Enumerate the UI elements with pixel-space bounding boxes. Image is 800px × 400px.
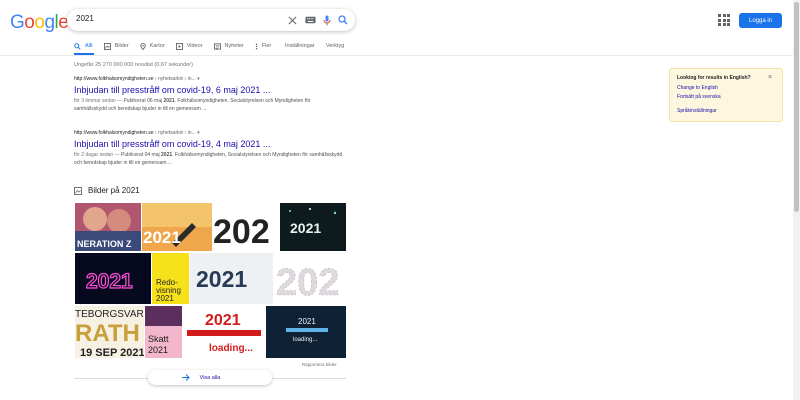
result-url[interactable]: http://www.folkhalsomyndigheten.se › nyh… [74,130,354,136]
apps-icon[interactable] [718,14,730,26]
language-notice: Looking for results in English? × Change… [669,68,783,122]
settings-link[interactable]: Inställningar [285,41,315,51]
report-images-link[interactable]: Rapportera bilder [302,362,337,367]
language-settings-link[interactable]: Språkinställningar [677,108,717,114]
result-title[interactable]: Inbjudan till presstråff om covid-19, 4 … [74,139,354,149]
tile-caption: 202 [276,262,339,304]
google-logo[interactable]: Google [10,12,69,34]
search-result: http://www.folkhalsomyndigheten.se › nyh… [74,130,354,167]
image-result[interactable]: 2021 [190,253,273,304]
scrollbar[interactable] [793,0,800,400]
tile-caption: 2021 [196,266,247,292]
tile-caption: 2021 [290,220,321,236]
logo-letter: o [24,12,35,33]
mic-icon[interactable] [319,12,335,28]
tab-fler[interactable]: Fler [255,41,271,51]
more-icon [255,43,260,50]
tab-bilder[interactable]: Bilder [103,41,129,51]
tile-caption: NERATION Z [77,239,132,249]
search-tabs: Allt Bilder Kartor Videor Nyheter Fler [74,41,282,55]
result-snippet: för 3 timmar sedan — Publicerat 06 maj 2… [74,98,311,112]
news-icon [213,42,223,50]
tab-label: Allt [85,43,93,49]
search-result: http://www.folkhalsomyndigheten.se › nyh… [74,76,354,113]
tab-label: Kartor [149,43,165,49]
tab-label: Fler [261,43,272,49]
change-to-english-link[interactable]: Change to English [677,85,718,91]
login-button[interactable]: Logga in [739,13,782,28]
arrow-right-icon [182,374,190,381]
search-icon[interactable] [335,12,351,28]
result-stats: Ungefär 25 270 000 000 resultat (0,67 se… [74,62,193,68]
image-result[interactable]: Redo-visning 2021 [152,253,189,304]
images-heading: Bilder på 2021 [74,186,140,195]
tab-label: Nyheter [224,43,244,49]
logo-letter: g [44,12,55,33]
tab-label: Videor [186,43,203,49]
tile-caption: 2021 [143,228,181,247]
show-all-images-button[interactable]: Visa alla [148,370,272,385]
search-box[interactable]: 2021 [67,9,355,31]
image-result[interactable]: 202 [213,203,279,251]
tab-nyheter[interactable]: Nyheter [213,41,244,51]
tools-link[interactable]: Verktyg [326,41,344,51]
result-snippet: för 2 dagar sedan — Publicerat 04 maj 20… [74,152,343,166]
search-input[interactable]: 2021 [76,14,94,23]
tile-caption: 202 [213,213,270,251]
tab-kartor[interactable]: Kartor [140,41,165,51]
image-result[interactable]: NERATION Z [75,203,141,251]
notice-title: Looking for results in English? [677,75,751,81]
tab-videor[interactable]: Videor [175,41,203,51]
logo-letter: G [10,12,25,33]
tile-caption: Skatt 2021 [148,334,169,355]
result-url[interactable]: http://www.folkhalsomyndigheten.se › nyh… [74,76,354,82]
tile-caption: 2021 [86,270,133,293]
search-icon [74,42,83,50]
logo-letter: o [34,12,45,33]
tile-caption: TEBORGSVAR RATH 19 SEP 2021 [75,309,144,358]
keyboard-icon[interactable] [302,12,318,28]
scrollbar-thumb[interactable] [794,2,799,212]
close-icon[interactable]: × [768,74,772,81]
divider [0,55,800,56]
image-result[interactable]: 2021 [280,203,346,251]
tab-allt[interactable]: Allt [74,41,93,51]
clear-icon[interactable] [284,12,300,28]
image-result[interactable]: TEBORGSVAR RATH 19 SEP 2021 [75,306,144,358]
image-result[interactable]: 202 [274,253,346,304]
video-icon [175,42,185,50]
image-result[interactable]: 2021 loading... [266,306,346,358]
result-title[interactable]: Inbjudan till presstråff om covid-19, 6 … [74,85,354,95]
image-result[interactable]: 2021 [75,253,151,304]
image-icon [74,186,82,195]
image-result[interactable]: Skatt 2021 [145,306,182,358]
image-result[interactable]: 2021 loading... [183,306,265,358]
tab-label: Bilder [114,43,129,49]
map-pin-icon [140,42,148,50]
image-result[interactable]: 2021 [142,203,212,251]
continue-swedish-link[interactable]: Fortsätt på svenska [677,94,721,100]
image-icon [103,42,113,50]
